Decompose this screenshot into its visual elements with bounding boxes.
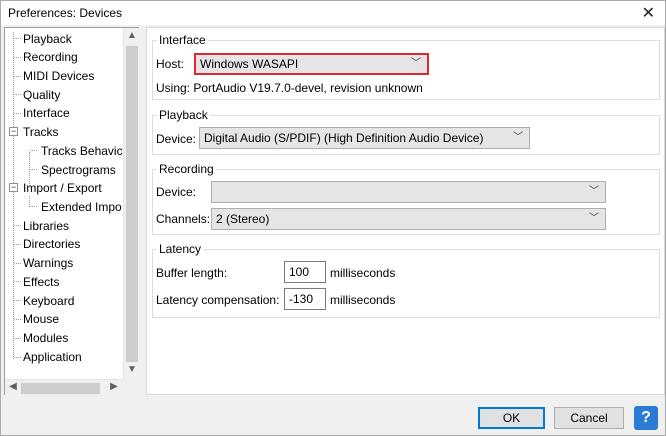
tree-connector [14,38,21,39]
tree-connector [13,32,14,359]
latency-compensation-unit: milliseconds [330,293,396,307]
scroll-up-icon[interactable]: ▲ [124,30,140,41]
latency-compensation-input[interactable]: -130 [284,288,326,310]
tree-connector [14,300,21,301]
tree-item-interface[interactable]: Interface [23,105,70,121]
tree-vertical-scrollbar[interactable]: ▲ ▼ [123,28,139,379]
tree-connector [14,263,21,264]
window-title: Preferences: Devices [8,6,123,20]
playback-device-dropdown[interactable]: Digital Audio (S/PDIF) (High Definition … [199,127,530,149]
tree-connector [30,206,37,207]
tree-connector [14,244,21,245]
cancel-button[interactable]: Cancel [554,407,624,429]
tree-connector [14,57,21,58]
tree-connector [30,150,37,151]
vertical-scroll-thumb[interactable] [126,46,138,362]
scroll-left-icon[interactable]: ◀ [5,381,21,392]
tree-item-modules[interactable]: Modules [23,330,68,346]
scroll-right-icon[interactable]: ▶ [106,381,122,392]
tree-item-recording[interactable]: Recording [23,49,78,65]
latency-group [152,249,660,318]
host-dropdown[interactable]: Windows WASAPI ﹀ [194,53,429,75]
import-export-expander-icon[interactable]: − [9,183,18,192]
tree-connector [30,169,37,170]
scroll-down-icon[interactable]: ▼ [124,364,140,375]
tree-item-playback[interactable]: Playback [23,31,72,47]
tree-item-libraries[interactable]: Libraries [23,218,69,234]
tree-item-quality[interactable]: Quality [23,87,60,103]
recording-device-dropdown[interactable]: ﹀ [211,181,606,203]
tree-item-extended-import[interactable]: Extended Impo [41,199,122,215]
playback-device-label: Device: [156,132,197,146]
tree-item-tracks-behaviors[interactable]: Tracks Behavic [41,143,123,159]
devices-panel: Interface Host: Windows WASAPI ﹀ Using: … [146,27,665,395]
tree-item-mouse[interactable]: Mouse [23,311,59,327]
latency-group-title: Latency [157,242,204,256]
tree-item-effects[interactable]: Effects [23,274,59,290]
ok-button[interactable]: OK [478,407,545,429]
recording-group-title: Recording [157,162,216,176]
scrollbar-corner [123,379,139,395]
horizontal-scroll-thumb[interactable] [21,383,100,394]
channels-value: 2 (Stereo) [216,212,270,226]
tree-horizontal-scrollbar[interactable]: ◀ ▶ [5,379,123,395]
tree-connector [14,357,21,358]
preferences-window: Preferences: Devices ✕ − − Playback Reco… [0,0,666,436]
recording-device-label: Device: [156,185,197,199]
buffer-length-input[interactable]: 100 [284,261,326,283]
tree-connector [14,113,21,114]
tree-item-import-export[interactable]: Import / Export [23,180,102,196]
channels-dropdown[interactable]: 2 (Stereo) ﹀ [211,208,606,230]
tree-item-application[interactable]: Application [23,349,82,365]
host-label: Host: [156,57,185,71]
buffer-length-unit: milliseconds [330,266,396,280]
close-icon[interactable]: ✕ [642,3,655,23]
buffer-length-label: Buffer length: [156,266,228,280]
host-dropdown-value: Windows WASAPI [200,57,299,71]
tree-connector [14,76,21,77]
interface-group-title: Interface [157,33,208,47]
tree-connector [14,225,21,226]
tree-item-midi-devices[interactable]: MIDI Devices [23,68,94,84]
tree-connector [14,319,21,320]
latency-compensation-label: Latency compensation: [156,293,280,307]
title-bar: Preferences: Devices ✕ [1,1,665,25]
preferences-tree[interactable]: − − Playback Recording MIDI Devices Qual… [4,27,139,395]
tree-item-keyboard[interactable]: Keyboard [23,293,74,309]
portaudio-info: Using: PortAudio V19.7.0-devel, revision… [156,81,423,95]
help-button[interactable]: ? [634,406,658,430]
chevron-down-icon: ﹀ [589,213,599,224]
playback-group-title: Playback [157,108,210,122]
channels-label: Channels: [156,212,211,226]
chevron-down-icon: ﹀ [411,58,421,69]
tree-item-directories[interactable]: Directories [23,236,80,252]
tree-item-warnings[interactable]: Warnings [23,255,73,271]
tree-connector [14,94,21,95]
chevron-down-icon: ﹀ [513,132,523,143]
tree-connector [14,281,21,282]
chevron-down-icon: ﹀ [589,186,599,197]
tree-item-spectrograms[interactable]: Spectrograms [41,162,116,178]
tracks-expander-icon[interactable]: − [9,127,18,136]
tree-connector [14,338,21,339]
playback-device-value: Digital Audio (S/PDIF) (High Definition … [204,131,484,145]
tree-item-tracks[interactable]: Tracks [23,124,59,140]
